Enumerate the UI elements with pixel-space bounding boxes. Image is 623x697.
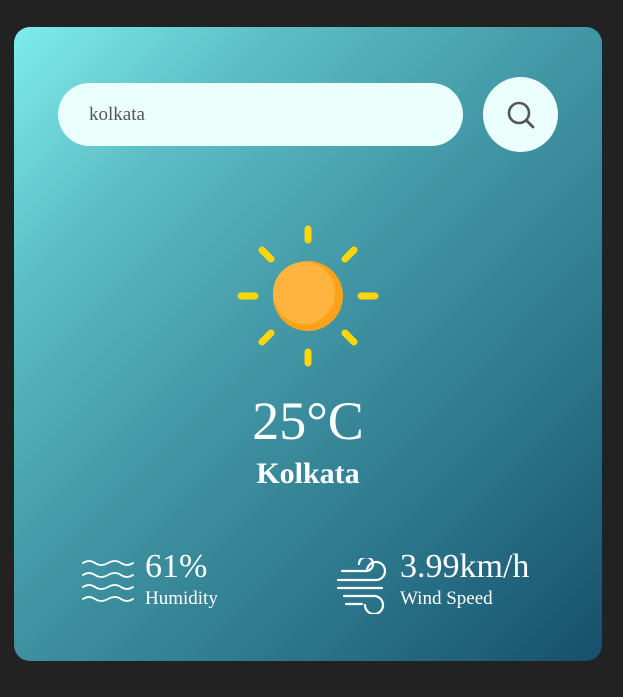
humidity-value: 61% (145, 548, 208, 585)
weather-card: 25°C Kolkata 61% Humidity (14, 27, 602, 661)
city-name: Kolkata (256, 457, 360, 490)
humidity-label: Humidity (145, 588, 218, 609)
temperature: 25°C (252, 391, 364, 451)
wind-speed-value: 3.99km/h (400, 548, 530, 585)
sun-icon (237, 225, 379, 367)
wind-icon (336, 558, 387, 614)
search-icon (507, 101, 534, 128)
search-field[interactable] (58, 83, 463, 146)
wind-stat: 3.99km/h Wind Speed (336, 550, 529, 614)
humidity-waves-icon (82, 560, 134, 602)
wind-speed-label: Wind Speed (400, 588, 493, 609)
search-input[interactable] (89, 103, 463, 126)
humidity-stat: 61% Humidity (81, 550, 218, 614)
search-button[interactable] (483, 77, 558, 152)
